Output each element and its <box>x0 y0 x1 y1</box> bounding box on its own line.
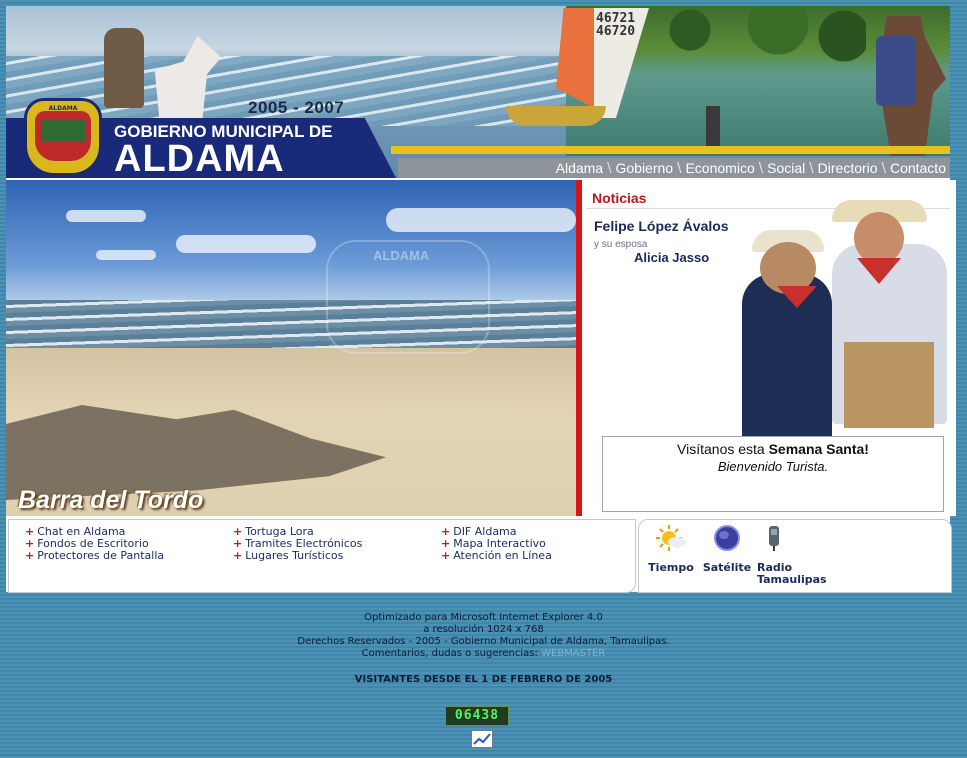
link-atencion[interactable]: + Atención en Línea <box>441 550 552 562</box>
radio-link[interactable]: Radio Tamaulipas <box>757 524 837 586</box>
footer-browser-note: Optimizado para Microsoft Internet Explo… <box>364 612 603 623</box>
mayor-couple-photo <box>732 194 954 444</box>
footer-resolution-note: a resolución 1024 x 768 <box>423 624 544 635</box>
site-header: 46721 46720 2005 - 2007 ALDAMA GOBIERNO … <box>6 6 950 178</box>
nav-economico[interactable]: Economico <box>681 160 758 176</box>
fisherman-distant <box>706 106 720 146</box>
satellite-link[interactable]: Satélite <box>697 524 757 574</box>
municipal-shield-logo[interactable]: ALDAMA <box>24 98 102 176</box>
weather-icon <box>656 525 686 551</box>
watermark-logo: ALDAMA <box>326 240 490 354</box>
nav-social[interactable]: Social <box>763 160 809 176</box>
news-title: Noticias <box>592 190 647 206</box>
plus-icon: + <box>441 549 451 562</box>
term-years: 2005 - 2007 <box>248 98 345 117</box>
notice-visit: Visítanos esta Semana Santa! <box>677 441 869 457</box>
main-nav: Aldama \ Gobierno \ Economico \ Social \ Dir… <box>398 158 950 178</box>
spouse-intro: y su esposa <box>594 239 648 250</box>
footer-contact: Comentarios, dudas o sugerencias: WEBMAS… <box>361 648 606 659</box>
cloud <box>386 208 576 232</box>
woman-figure <box>742 274 832 444</box>
links-column-1: + Chat en Aldama + Fondos de Escritorio + P… <box>25 526 164 562</box>
horse-rider <box>104 28 144 108</box>
plus-icon: + <box>233 549 243 562</box>
header-trees <box>646 6 866 66</box>
man-chaps <box>844 342 934 428</box>
page-frame: 46721 46720 2005 - 2007 ALDAMA GOBIERNO … <box>6 6 956 593</box>
sailboat-hull <box>506 106 606 126</box>
municipality-name: ALDAMA <box>114 138 285 178</box>
sail-number: 46721 46720 <box>596 11 636 39</box>
cloud <box>66 210 146 222</box>
footer-copyright: Derechos Reservados - 2005 - Gobierno Mu… <box>297 636 670 647</box>
notice-welcome: Bienvenido Turista. <box>717 459 829 474</box>
visitor-note: VISITANTES DESDE EL 1 DE FEBRERO DE 2005 <box>354 674 613 685</box>
hero-ocean <box>6 300 576 350</box>
news-panel: Noticias Felipe López Ávalos y su esposa… <box>576 180 956 516</box>
service-icons: Tiempo Satélite Radio Tamaulipas <box>638 519 952 593</box>
radio-label: Radio Tamaulipas <box>757 561 827 586</box>
stats-icon[interactable] <box>471 730 493 748</box>
easter-notice: Visítanos esta Semana Santa! Bienvenido … <box>602 436 944 512</box>
nav-aldama[interactable]: Aldama <box>552 160 607 176</box>
links-column-3: + DIF Aldama + Mapa Interactivo + Atención … <box>441 526 552 562</box>
gold-divider <box>391 146 950 154</box>
webmaster-link[interactable]: WEBMASTER <box>541 648 605 659</box>
shield-landscape <box>41 119 85 141</box>
footer: Optimizado para Microsoft Internet Explo… <box>0 612 967 660</box>
visitor-counter: 06438 <box>445 706 509 726</box>
nav-gobierno[interactable]: Gobierno <box>611 160 677 176</box>
cloud <box>96 250 156 260</box>
satellite-label: Satélite <box>702 561 752 574</box>
link-screensavers[interactable]: + Protectores de Pantalla <box>25 550 164 562</box>
satellite-icon <box>714 525 740 551</box>
fisherman-shirt <box>876 36 916 106</box>
radio-icon <box>769 526 779 551</box>
plus-icon: + <box>25 549 35 562</box>
weather-link[interactable]: Tiempo <box>641 524 701 574</box>
spouse-name: Alicia Jasso <box>634 250 710 265</box>
mayor-name: Felipe López Ávalos <box>594 218 729 234</box>
cloud <box>176 235 316 253</box>
quick-links: + Chat en Aldama + Fondos de Escritorio + P… <box>8 519 636 593</box>
man-face <box>854 212 904 264</box>
nav-contacto[interactable]: Contacto <box>886 160 950 176</box>
hero-caption: Barra del Tordo <box>18 486 204 514</box>
links-column-2: + Tortuga Lora + Tramites Electrónicos + Lu… <box>233 526 362 562</box>
hero-beach-photo: ALDAMA Barra del Tordo <box>6 180 576 516</box>
shield-text: ALDAMA <box>48 105 78 112</box>
weather-label: Tiempo <box>648 561 694 574</box>
nav-directorio[interactable]: Directorio <box>814 160 882 176</box>
link-lugares-turisticos[interactable]: + Lugares Turísticos <box>233 550 362 562</box>
